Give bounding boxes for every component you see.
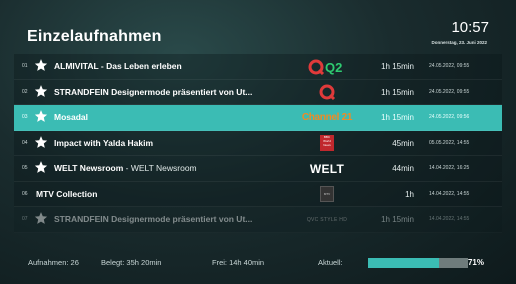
star-icon xyxy=(34,161,48,173)
recording-title-main: WELT Newsroom xyxy=(54,163,124,173)
duration: 1h xyxy=(405,189,414,199)
channel-logo-text: Q2 xyxy=(325,60,342,75)
recording-date: 14.04.2022, 14:55 xyxy=(429,190,470,197)
channel-logo-q2: Q2 xyxy=(299,58,355,75)
channel-logo-qvc-style: QVC STYLE HD xyxy=(299,211,355,228)
current-label: Aktuell: xyxy=(318,258,343,267)
channel-logo-mtv: MTV xyxy=(299,186,355,203)
recording-title: Impact with Yalda Hakim xyxy=(54,137,154,148)
storage-free: Frei: 14h 40min xyxy=(212,258,265,267)
duration: 1h 15min xyxy=(381,87,414,97)
row-number: 01 xyxy=(22,63,28,69)
recording-date: 14.04.2022, 16:25 xyxy=(429,165,470,171)
channel-logo-text: WELT xyxy=(309,161,345,176)
recordings-count: Aufnahmen: 26 xyxy=(28,258,79,267)
current-date: Donnerstag, 23. Juni 2022 xyxy=(431,40,487,45)
recording-date: 24.05.2022, 09:55 xyxy=(429,63,470,69)
star-icon xyxy=(34,212,48,224)
star-icon xyxy=(34,84,48,97)
channel-logo-qvc xyxy=(299,84,355,101)
channel-logo-bbc: BBC World News xyxy=(299,135,355,152)
channel-logo-welt: WELT xyxy=(299,160,355,177)
channel-logo-channel21: Channel 21 xyxy=(299,109,355,126)
star-icon xyxy=(34,59,48,71)
header: Einzelaufnahmen 10:57 Donnerstag, 23. Ju… xyxy=(0,0,516,50)
duration: 45min xyxy=(392,138,414,148)
clock: 10:57 xyxy=(451,19,489,36)
page-title: Einzelaufnahmen xyxy=(27,28,162,45)
row-number: 03 xyxy=(22,114,28,120)
recording-title: ALMIVITAL - Das Leben erleben xyxy=(54,61,182,71)
recording-list: 01 ALMIVITAL - Das Leben erleben Q2 1h 1… xyxy=(14,54,502,233)
storage-footer: Aufnahmen: 26 Belegt: 35h 20min Frei: 14… xyxy=(14,253,502,273)
storage-usage-fill xyxy=(368,258,439,268)
channel-logo-text: MTV xyxy=(320,186,334,202)
duration: 1h 15min xyxy=(381,113,414,122)
row-number: 02 xyxy=(22,88,28,95)
recording-row-selected[interactable]: 03 Mosadal Channel 21 1h 15min 24.05.202… xyxy=(14,105,502,131)
recording-title: WELT Newsroom - WELT Newsroom xyxy=(54,163,197,173)
channel-logo-text: Channel 21 xyxy=(301,112,353,123)
duration: 1h 15min xyxy=(381,215,414,224)
recording-subtitle: - WELT Newsroom xyxy=(123,163,197,173)
recording-date: 24.05.2022, 09:56 xyxy=(429,114,470,120)
recording-title: Mosadal xyxy=(54,112,89,122)
recording-row[interactable]: 01 ALMIVITAL - Das Leben erleben Q2 1h 1… xyxy=(14,54,502,80)
channel-logo-text: QVC STYLE HD xyxy=(306,216,348,223)
row-number: 07 xyxy=(22,216,28,222)
star-icon xyxy=(34,110,48,122)
recording-row[interactable]: 02 STRANDFEIN Designermode präsentiert v… xyxy=(14,79,502,105)
recording-title: STRANDFEIN Designermode präsentiert von … xyxy=(54,86,253,97)
recording-title: MTV Collection xyxy=(36,188,98,199)
row-number: 04 xyxy=(22,139,28,146)
storage-usage-bar xyxy=(368,258,468,268)
row-number: 05 xyxy=(22,165,28,171)
recording-date: 24.05.2022, 09:55 xyxy=(429,88,470,95)
channel-logo-text: BBC World News xyxy=(320,135,334,151)
recording-row[interactable]: 07 STRANDFEIN Designermode präsentiert v… xyxy=(14,207,502,233)
recording-date: 14.04.2022, 14:55 xyxy=(429,216,470,222)
row-number: 06 xyxy=(22,190,28,197)
storage-used: Belegt: 35h 20min xyxy=(101,258,162,267)
star-icon xyxy=(34,135,48,148)
recording-row[interactable]: 05 WELT Newsroom - WELT Newsroom WELT 44… xyxy=(14,156,502,182)
duration: 44min xyxy=(392,164,414,173)
recording-date: 05.05.2022, 14:55 xyxy=(429,139,470,146)
recording-title: STRANDFEIN Designermode präsentiert von … xyxy=(54,214,253,224)
duration: 1h 15min xyxy=(381,62,414,71)
recording-row[interactable]: 04 Impact with Yalda Hakim BBC World New… xyxy=(14,130,502,156)
recordings-screen: Einzelaufnahmen 10:57 Donnerstag, 23. Ju… xyxy=(0,0,516,284)
recording-row[interactable]: 06 MTV Collection MTV 1h 14.04.2022, 14:… xyxy=(14,181,502,207)
usage-percent: 71% xyxy=(467,258,484,267)
